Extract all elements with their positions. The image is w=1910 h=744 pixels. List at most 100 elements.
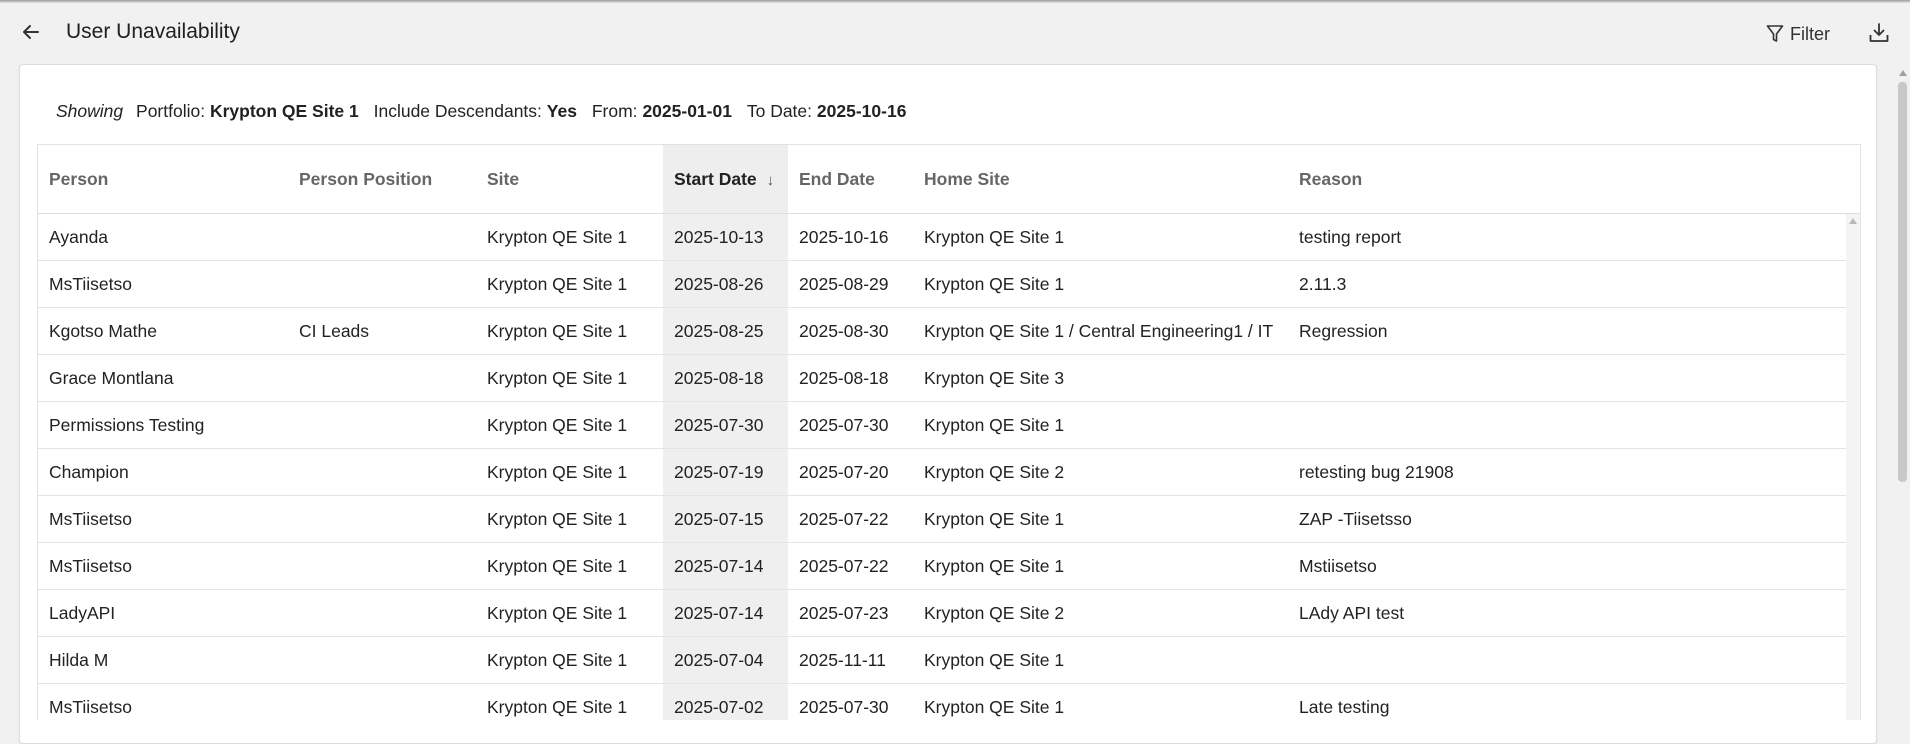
- cell-site: Krypton QE Site 1: [487, 274, 628, 294]
- cell-person: MsTiisetso: [49, 509, 132, 529]
- column-header-person-position[interactable]: Person Position: [288, 145, 476, 213]
- column-header-start-date[interactable]: Start Date ↓: [663, 145, 788, 213]
- page-scroll-up-icon[interactable]: [1899, 70, 1907, 76]
- cell-person-position: [288, 590, 299, 637]
- cell-person-position: CI Leads: [299, 321, 370, 341]
- cell-home-site: Krypton QE Site 2: [924, 603, 1065, 623]
- cell-site: Krypton QE Site 1: [487, 368, 628, 388]
- cell-person-position: [288, 402, 299, 449]
- cell-home-site: Krypton QE Site 1: [924, 274, 1065, 294]
- cell-person-position: [288, 637, 299, 684]
- scroll-up-icon[interactable]: [1849, 218, 1857, 224]
- cell-person: MsTiisetso: [49, 697, 132, 717]
- cell-person-position: [288, 543, 299, 590]
- cell-start-date: 2025-08-25: [674, 321, 764, 341]
- column-header-home-site[interactable]: Home Site: [913, 145, 1288, 213]
- cell-reason: 2.11.3: [1299, 274, 1347, 294]
- cell-person: Champion: [49, 462, 129, 482]
- cell-reason: LAdy API test: [1299, 603, 1405, 623]
- table-header: Person Person Position Site Start Date ↓ …: [38, 145, 1860, 214]
- page-scrollbar[interactable]: [1895, 64, 1910, 720]
- cell-start-date: 2025-07-04: [674, 650, 764, 670]
- table-row[interactable]: MsTiisetso Krypton QE Site 1 2025-07-15 202…: [38, 496, 1846, 543]
- cell-end-date: 2025-08-29: [799, 274, 889, 294]
- cell-home-site: Krypton QE Site 2: [924, 462, 1065, 482]
- cell-start-date: 2025-07-14: [674, 556, 764, 576]
- table-row[interactable]: Permissions Testing Krypton QE Site 1 2025…: [38, 402, 1846, 449]
- cell-end-date: 2025-07-23: [799, 603, 889, 623]
- to-date-label: To Date:: [746, 101, 813, 121]
- cell-end-date: 2025-07-30: [799, 415, 889, 435]
- cell-person: Kgotso Mathe: [49, 321, 157, 341]
- table-row[interactable]: Kgotso Mathe CI Leads Krypton QE Site 1 202…: [38, 308, 1846, 355]
- cell-end-date: 2025-08-18: [799, 368, 889, 388]
- cell-end-date: 2025-11-11: [799, 650, 886, 670]
- cell-site: Krypton QE Site 1: [487, 415, 628, 435]
- descendants-value: Yes: [546, 101, 577, 121]
- cell-reason: testing report: [1299, 227, 1402, 247]
- cell-start-date: 2025-10-13: [674, 227, 764, 247]
- cell-start-date: 2025-08-18: [674, 368, 764, 388]
- cell-reason: retesting bug 21908: [1299, 462, 1454, 482]
- from-value: 2025-01-01: [642, 101, 732, 121]
- back-button[interactable]: [18, 19, 44, 45]
- filter-button[interactable]: Filter: [1766, 21, 1830, 47]
- cell-start-date: 2025-07-30: [674, 415, 764, 435]
- table-scrollbar[interactable]: [1846, 214, 1860, 720]
- table-body: Ayanda Krypton QE Site 1 2025-10-13 2025-10…: [38, 214, 1846, 720]
- descendants-label: Include Descendants:: [373, 101, 542, 121]
- download-button[interactable]: [1866, 20, 1892, 46]
- arrow-left-icon: [23, 25, 39, 39]
- cell-site: Krypton QE Site 1: [487, 650, 628, 670]
- page-scroll-thumb[interactable]: [1898, 82, 1907, 482]
- cell-person-position: [288, 261, 299, 308]
- cell-start-date: 2025-08-26: [674, 274, 764, 294]
- cell-home-site: Krypton QE Site 3: [924, 368, 1065, 388]
- cell-person: MsTiisetso: [49, 556, 132, 576]
- cell-person: MsTiisetso: [49, 274, 132, 294]
- column-header-reason[interactable]: Reason: [1288, 145, 1860, 213]
- cell-person-position: [288, 496, 299, 543]
- cell-reason: [1288, 402, 1299, 449]
- column-header-person[interactable]: Person: [38, 145, 288, 213]
- table-row[interactable]: MsTiisetso Krypton QE Site 1 2025-07-02 202…: [38, 684, 1846, 720]
- column-header-end-date[interactable]: End Date: [788, 145, 913, 213]
- column-header-site[interactable]: Site: [476, 145, 663, 213]
- table-row[interactable]: MsTiisetso Krypton QE Site 1 2025-08-26 202…: [38, 261, 1846, 308]
- filter-summary: Showing Portfolio: Krypton QE Site 1 Inc…: [56, 101, 906, 122]
- cell-reason: Mstiisetso: [1299, 556, 1377, 576]
- table-row[interactable]: Champion Krypton QE Site 1 2025-07-19 2025-…: [38, 449, 1846, 496]
- portfolio-value: Krypton QE Site 1: [209, 101, 359, 121]
- cell-person: Hilda M: [49, 650, 109, 670]
- cell-person: Ayanda: [49, 227, 109, 247]
- cell-end-date: 2025-07-30: [799, 697, 889, 717]
- download-icon: [1869, 23, 1889, 42]
- cell-reason: [1288, 355, 1299, 402]
- table-row[interactable]: Ayanda Krypton QE Site 1 2025-10-13 2025-10…: [38, 214, 1846, 261]
- portfolio-label: Portfolio:: [136, 101, 206, 121]
- table-row[interactable]: Grace Montlana Krypton QE Site 1 2025-08-1…: [38, 355, 1846, 402]
- cell-reason: Late testing: [1299, 697, 1390, 717]
- cell-reason: [1288, 637, 1299, 684]
- cell-end-date: 2025-08-30: [799, 321, 889, 341]
- cell-end-date: 2025-07-22: [799, 556, 889, 576]
- cell-home-site: Krypton QE Site 1: [924, 650, 1065, 670]
- cell-start-date: 2025-07-19: [674, 462, 764, 482]
- cell-person-position: [288, 684, 299, 720]
- cell-site: Krypton QE Site 1: [487, 556, 628, 576]
- table-row[interactable]: LadyAPI Krypton QE Site 1 2025-07-14 2025-0…: [38, 590, 1846, 637]
- cell-home-site: Krypton QE Site 1: [924, 697, 1065, 717]
- cell-home-site: Krypton QE Site 1: [924, 509, 1065, 529]
- cell-person-position: [288, 355, 299, 402]
- cell-site: Krypton QE Site 1: [487, 227, 628, 247]
- table-row[interactable]: MsTiisetso Krypton QE Site 1 2025-07-14 202…: [38, 543, 1846, 590]
- unavailability-table: Person Person Position Site Start Date ↓ …: [37, 144, 1861, 720]
- cell-reason: Regression: [1299, 321, 1388, 341]
- cell-home-site: Krypton QE Site 1: [924, 415, 1065, 435]
- funnel-icon: [1766, 25, 1784, 42]
- cell-end-date: 2025-10-16: [799, 227, 889, 247]
- filter-label: Filter: [1790, 23, 1830, 44]
- cell-person: Permissions Testing: [49, 415, 205, 435]
- table-row[interactable]: Hilda M Krypton QE Site 1 2025-07-04 2025-1…: [38, 637, 1846, 684]
- column-header-start-date-label: Start Date: [674, 169, 757, 189]
